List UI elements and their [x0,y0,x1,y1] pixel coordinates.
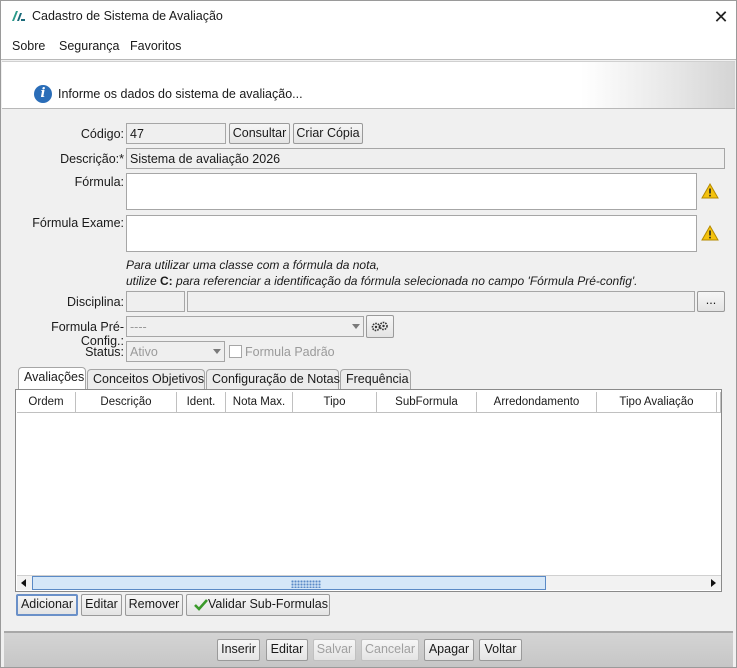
formula-hint-line1: Para utilizar uma classe com a fórmula d… [126,258,380,272]
formula-exame-label: Fórmula Exame: [32,216,124,230]
formula-label: Fórmula: [74,175,124,189]
formula-preconfig-select[interactable]: ---- [126,316,364,337]
tab-conceitos-objetivos[interactable]: Conceitos Objetivos [87,369,205,389]
arrow-left-icon [21,579,26,587]
gears-icon [371,321,388,332]
menu-favoritos[interactable]: Favoritos [130,39,181,53]
close-icon[interactable]: ✕ [711,7,731,27]
disciplina-label: Disciplina: [67,295,124,309]
voltar-button[interactable]: Voltar [479,639,522,661]
warning-icon [701,183,719,199]
disciplina-browse-button[interactable]: ... [697,291,725,312]
editar-row-button[interactable]: Editar [81,594,122,616]
check-icon [194,599,208,611]
chevron-down-icon [213,349,221,354]
scroll-thumb[interactable] [32,576,546,590]
app-logo-icon [12,11,25,21]
tab-frequencia[interactable]: Frequência [340,369,411,389]
scroll-left-button[interactable] [17,576,32,590]
info-icon: i [34,85,52,103]
validar-subformulas-button[interactable]: Validar Sub-Formulas [186,594,330,616]
formula-preconfig-label: Formula Pré-Config.: [51,320,124,348]
formula-padrao-checkbox[interactable] [229,345,242,358]
scroll-right-button[interactable] [706,576,721,590]
main-window: Cadastro de Sistema de Avaliação ✕ Sobre… [0,0,737,668]
column-header-nota-max[interactable]: Nota Max. [226,392,293,413]
codigo-label: Código: [80,127,124,141]
descricao-field[interactable]: Sistema de avaliação 2026 [126,148,725,169]
status-label: Status: [85,345,124,359]
column-header-subformula[interactable]: SubFormula [377,392,477,413]
consultar-button[interactable]: Consultar [229,123,290,144]
formula-hint-line2: utilize C: para referenciar a identifica… [126,274,638,288]
formula-padrao-label: Formula Padrão [245,345,335,359]
menu-bar: Sobre Segurança Favoritos [1,33,736,60]
column-header-tipo[interactable]: Tipo [293,392,377,413]
disciplina-name-field[interactable] [187,291,695,312]
warning-icon [701,225,719,241]
codigo-field[interactable]: 47 [126,123,226,144]
tab-configuracao-notas[interactable]: Configuração de Notas [206,369,340,389]
column-header-descricao[interactable]: Descrição [76,392,177,413]
table-horizontal-scrollbar[interactable] [17,575,721,590]
menu-seguranca[interactable]: Segurança [59,39,119,53]
column-header-ident[interactable]: Ident. [177,392,226,413]
disciplina-code-field[interactable] [126,291,185,312]
column-header-ordem[interactable]: Ordem [17,392,76,413]
preconfig-gears-button[interactable] [366,315,394,338]
window-title: Cadastro de Sistema de Avaliação [32,9,223,23]
arrow-right-icon [711,579,716,587]
apagar-button[interactable]: Apagar [424,639,474,661]
title-bar: Cadastro de Sistema de Avaliação ✕ [1,1,736,33]
remover-button[interactable]: Remover [125,594,183,616]
grip-icon [291,580,321,588]
banner-message: Informe os dados do sistema de avaliação… [58,87,303,101]
status-select[interactable]: Ativo [126,341,225,362]
chevron-down-icon [352,324,360,329]
avaliacoes-table [15,389,722,592]
salvar-button[interactable]: Salvar [313,639,356,661]
column-header-filler [717,392,721,413]
editar-button[interactable]: Editar [266,639,308,661]
menu-sobre[interactable]: Sobre [12,39,45,53]
tab-avaliacoes[interactable]: Avaliações [18,367,86,390]
cancelar-button[interactable]: Cancelar [361,639,419,661]
info-banner [2,61,735,109]
column-header-arredondamento[interactable]: Arredondamento [477,392,597,413]
descricao-label: Descrição:* [60,152,124,166]
column-header-tipo-avaliacao[interactable]: Tipo Avaliação [597,392,717,413]
criar-copia-button[interactable]: Criar Cópia [293,123,363,144]
adicionar-button[interactable]: Adicionar [16,594,78,616]
formula-exame-field[interactable] [126,215,697,252]
formula-field[interactable] [126,173,697,210]
inserir-button[interactable]: Inserir [217,639,260,661]
